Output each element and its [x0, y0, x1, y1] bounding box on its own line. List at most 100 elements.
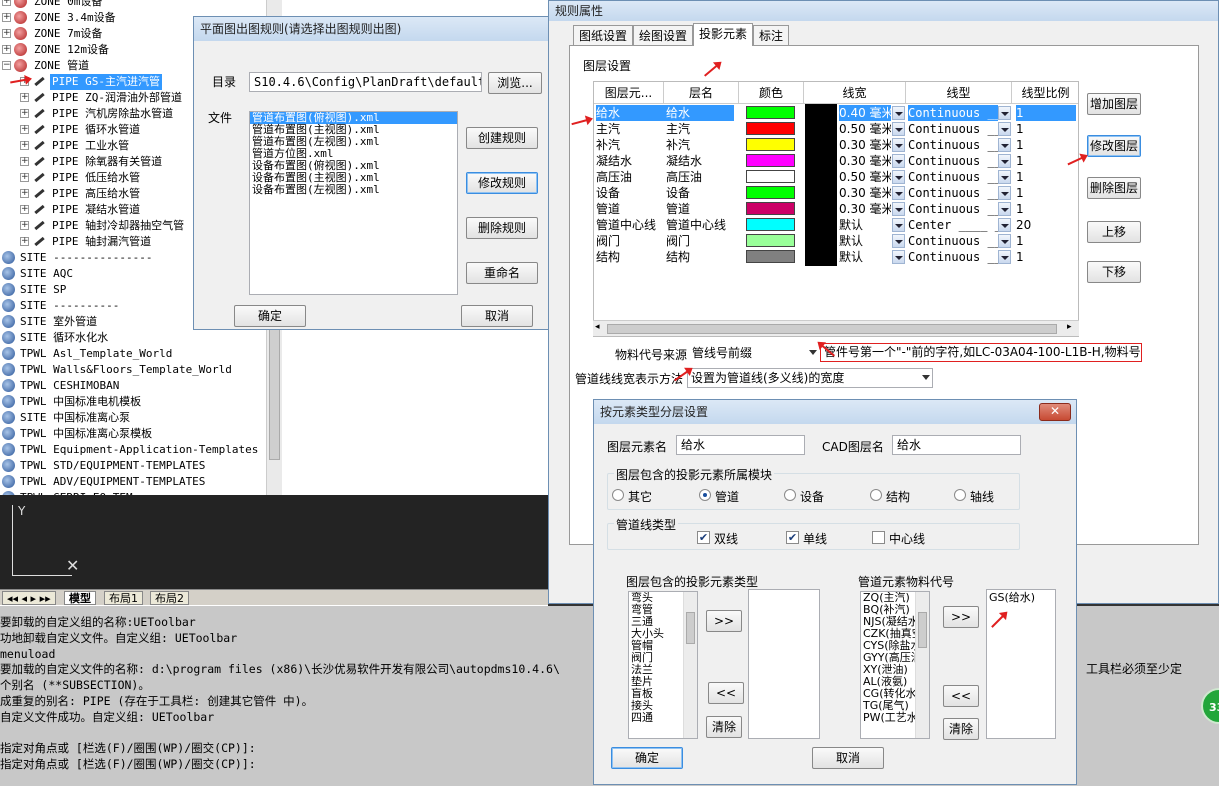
linewidth-dropdown-icon[interactable] — [892, 234, 905, 248]
types-scroll-thumb[interactable] — [686, 612, 695, 644]
materials-scroll-thumb[interactable] — [918, 612, 927, 648]
linewidth-dropdown-icon[interactable] — [892, 186, 905, 200]
linetype-check-2[interactable] — [872, 531, 885, 544]
grid-row[interactable]: 补汽 补汽 0.30 毫米 Continuous ___ 1 — [594, 137, 1078, 153]
selected-types-list[interactable] — [748, 589, 820, 739]
linetype-dropdown-icon[interactable] — [998, 154, 1011, 168]
browse-button[interactable]: 浏览... — [488, 72, 542, 94]
linetype-dropdown-icon[interactable] — [998, 234, 1011, 248]
cell-scale[interactable]: 1 — [1016, 169, 1076, 185]
selected-materials-list[interactable]: GS(给水) — [986, 589, 1056, 739]
cell-color-swatch[interactable] — [746, 186, 795, 199]
linewidth-dropdown-icon[interactable] — [892, 202, 905, 216]
cell-linetype[interactable]: Center ____ _ — [908, 217, 998, 233]
tree-expander-icon[interactable]: + — [20, 125, 29, 134]
grid-row[interactable]: 结构 结构 默认 Continuous ___ 1 — [594, 249, 1078, 265]
cell-color-swatch[interactable] — [746, 218, 795, 231]
grid-row[interactable]: 管道 管道 0.30 毫米 Continuous ___ 1 — [594, 201, 1078, 217]
cell-linewidth[interactable]: 0.30 毫米 — [839, 137, 891, 153]
linewidth-dropdown-icon[interactable] — [892, 122, 905, 136]
cell-color-swatch[interactable] — [746, 234, 795, 247]
cell-scale[interactable]: 1 — [1016, 121, 1076, 137]
linewidth-method-select[interactable]: 设置为管道线(多义线)的宽度 — [687, 368, 933, 388]
tree-expander-icon[interactable]: + — [20, 141, 29, 150]
linetype-dropdown-icon[interactable] — [998, 138, 1011, 152]
remove-type-button[interactable]: << — [708, 682, 744, 704]
linetype-dropdown-icon[interactable] — [998, 218, 1011, 232]
cell-color-swatch[interactable] — [746, 250, 795, 263]
linetype-dropdown-icon[interactable] — [998, 106, 1011, 120]
tab-layout1[interactable]: 布局1 — [104, 591, 143, 605]
cell-color-swatch[interactable] — [746, 106, 795, 119]
tab-nav-arrows[interactable]: ◂◂ ◂ ▸ ▸▸ — [2, 591, 56, 605]
cell-linetype[interactable]: Continuous ___ — [908, 153, 998, 169]
tree-expander-icon[interactable]: + — [2, 13, 11, 22]
tree-expander-icon[interactable]: + — [2, 29, 11, 38]
move-down-button[interactable]: 下移 — [1087, 261, 1141, 283]
selected-material-item[interactable]: GS(给水) — [987, 592, 1055, 604]
tree-expander-icon[interactable]: + — [20, 173, 29, 182]
cell-linetype[interactable]: Continuous ___ — [908, 185, 998, 201]
cell-color-swatch[interactable] — [746, 154, 795, 167]
add-layer-button[interactable]: 增加图层 — [1087, 93, 1141, 115]
cell-linetype[interactable]: Continuous ___ — [908, 169, 998, 185]
grid-header[interactable]: 线宽 — [804, 82, 906, 104]
module-radio-3[interactable] — [870, 489, 882, 501]
delete-layer-button[interactable]: 删除图层 — [1087, 177, 1141, 199]
grid-hscrollbar[interactable]: ◂ ▸ — [593, 320, 1079, 336]
tree-expander-icon[interactable]: + — [20, 109, 29, 118]
module-radio-0[interactable] — [612, 489, 624, 501]
tree-expander-icon[interactable]: + — [20, 93, 29, 102]
grid-header[interactable]: 图层元... — [594, 82, 664, 104]
elem-cancel-button[interactable]: 取消 — [812, 747, 884, 769]
layer-grid[interactable]: 图层元... 层名 颜色 线宽 线型 线型比例 给水 给水 0.40 毫米 Continuous … — [593, 81, 1079, 337]
modify-rule-button[interactable]: 修改规则 — [466, 172, 538, 194]
cell-scale[interactable]: 1 — [1016, 153, 1076, 169]
linetype-check-0[interactable]: ✔ — [697, 531, 710, 544]
linewidth-dropdown-icon[interactable] — [892, 170, 905, 184]
linetype-dropdown-icon[interactable] — [998, 122, 1011, 136]
grid-row[interactable]: 设备 设备 0.30 毫米 Continuous ___ 1 — [594, 185, 1078, 201]
tree-expander-icon[interactable]: − — [2, 61, 11, 70]
cell-color-swatch[interactable] — [746, 122, 795, 135]
cell-color-swatch[interactable] — [746, 138, 795, 151]
tree-expander-icon[interactable]: + — [20, 189, 29, 198]
cell-color-swatch[interactable] — [746, 170, 795, 183]
cell-linetype[interactable]: Continuous ___ — [908, 121, 998, 137]
rename-button[interactable]: 重命名 — [466, 262, 538, 284]
element-types-list[interactable]: 弯头 弯管 三通 大小头 管帽 阀门 法兰 垫片 盲板 接头 四通 — [628, 591, 698, 739]
grid-header[interactable]: 颜色 — [739, 82, 804, 104]
remove-material-button[interactable]: << — [943, 685, 979, 707]
cell-scale[interactable]: 1 — [1016, 233, 1076, 249]
linetype-dropdown-icon[interactable] — [998, 170, 1011, 184]
linewidth-dropdown-icon[interactable] — [892, 138, 905, 152]
tree-expander-icon[interactable]: + — [20, 237, 29, 246]
grid-row[interactable]: 给水给水 0.40 毫米 Continuous ___ 1 — [594, 105, 1078, 121]
scroll-right-icon[interactable]: ▸ — [1067, 322, 1072, 332]
cell-scale[interactable]: 1 — [1016, 105, 1076, 121]
dir-field[interactable]: S10.4.6\Config\PlanDraft\defaultconfig — [249, 72, 482, 92]
grid-row[interactable]: 管道中心线 管道中心线 默认 Center ____ _ 20 — [594, 217, 1078, 233]
tree-expander-icon[interactable]: + — [20, 157, 29, 166]
module-radio-2[interactable] — [784, 489, 796, 501]
layer-elem-field[interactable]: 给水 — [676, 435, 805, 455]
grid-row[interactable]: 主汽 主汽 0.50 毫米 Continuous ___ 1 — [594, 121, 1078, 137]
cell-linewidth[interactable]: 0.30 毫米 — [839, 201, 891, 217]
cell-linetype[interactable]: Continuous ___ — [908, 233, 998, 249]
rule-file-item[interactable]: 设备布置图(左视图).xml — [250, 184, 457, 196]
linetype-dropdown-icon[interactable] — [998, 250, 1011, 264]
materials-scrollbar[interactable] — [915, 592, 929, 738]
move-up-button[interactable]: 上移 — [1087, 221, 1141, 243]
linewidth-dropdown-icon[interactable] — [892, 218, 905, 232]
grid-row[interactable]: 凝结水 凝结水 0.30 毫米 Continuous ___ 1 — [594, 153, 1078, 169]
tab-3[interactable]: 标注 — [753, 25, 790, 45]
tree-expander-icon[interactable]: + — [20, 205, 29, 214]
material-codes-list[interactable]: ZQ(主汽) BQ(补汽) NJS(凝结水) CZK(抽真空) CYS(除盐水) GYY(… — [860, 591, 930, 739]
linewidth-dropdown-icon[interactable] — [892, 250, 905, 264]
rules-ok-button[interactable]: 确定 — [234, 305, 306, 327]
cell-linewidth[interactable]: 默认 — [839, 233, 891, 249]
cell-linetype[interactable]: Continuous ___ — [908, 105, 998, 121]
close-icon[interactable]: ✕ — [1039, 403, 1071, 421]
grid-header[interactable]: 线型 — [906, 82, 1012, 104]
tree-expander-icon[interactable]: + — [20, 221, 29, 230]
